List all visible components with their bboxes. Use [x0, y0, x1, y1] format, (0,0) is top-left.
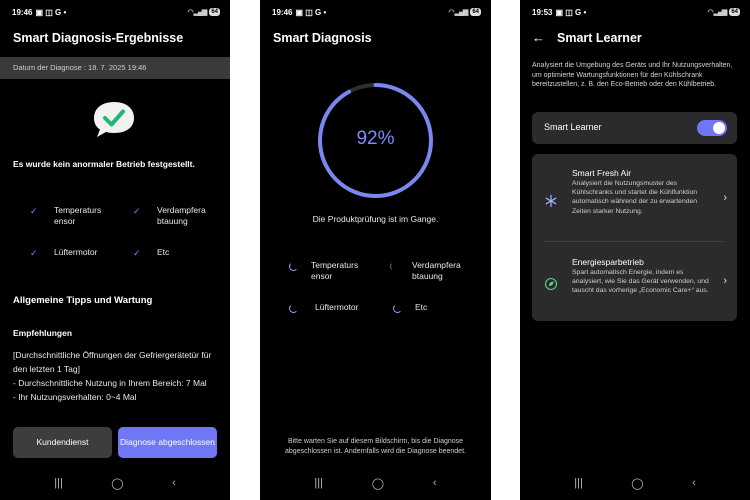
snowflake-icon	[545, 194, 557, 208]
feature-list-card: Smart Fresh Air Analysiert die Nutzungsm…	[532, 154, 737, 321]
item-description: Spart automatisch Energie, indem es anal…	[572, 269, 709, 295]
body-line: - Ihr Nutzungsverhalten: 0~4 Mal	[13, 392, 137, 402]
check-icon: ✓	[133, 248, 141, 258]
progress-percent: 92%	[356, 128, 395, 149]
battery-indicator: 64	[470, 8, 481, 16]
body-line: - Durchschnittliche Nutzung in Ihrem Ber…	[13, 378, 207, 388]
back-arrow-icon[interactable]: ←	[532, 30, 545, 45]
toggle-label: Smart Learner	[544, 122, 602, 132]
back-icon[interactable]: ‹	[172, 477, 176, 489]
header: ← Smart Learner	[532, 30, 642, 45]
status-bar: 19:46 ▣ ◫ G • ◠ ▂▄▆ 64	[272, 6, 481, 18]
diagnosis-complete-button[interactable]: Diagnose abgeschlossen	[118, 427, 217, 458]
check-label: Verdampfera btauung	[157, 205, 206, 226]
feature-description: Analysiert die Umgebung des Geräts und I…	[532, 62, 733, 88]
page-title: Smart Learner	[557, 30, 642, 45]
chevron-right-icon: ›	[723, 192, 727, 204]
status-bar: 19:46 ▣ ◫ G • ◠ ▂▄▆ 64	[12, 6, 220, 18]
divider	[544, 241, 725, 242]
page-title: Smart Diagnosis	[273, 31, 372, 45]
system-nav-bar: ||| ◯ ‹	[260, 474, 491, 492]
diagnosis-item-label: Temperaturs ensor	[311, 260, 359, 281]
check-label: Etc	[157, 247, 170, 257]
customer-service-button[interactable]: Kundendienst	[13, 427, 112, 458]
recommendations-body: [Durchschnittliche Öffnungen der Gefrier…	[13, 348, 218, 404]
diagnosis-progress-screen: 19:46 ▣ ◫ G • ◠ ▂▄▆ 64 Smart Diagnosis 9…	[260, 0, 491, 500]
item-description: Analysiert die Nutzungsmuster des Kühlsc…	[572, 180, 698, 215]
check-label: Lüftermotor	[54, 247, 98, 257]
body-line: [Durchschnittliche Öffnungen der Gefrier…	[13, 350, 212, 374]
system-nav-bar: ||| ◯ ‹	[520, 474, 750, 492]
result-message: Es wurde kein anormaler Betrieb festgest…	[13, 159, 195, 169]
loading-spinner-icon	[289, 304, 298, 313]
loading-spinner-icon	[390, 262, 399, 271]
recent-apps-icon[interactable]: |||	[54, 477, 63, 489]
check-icon: ✓	[30, 206, 38, 216]
page-title: Smart Diagnosis-Ergebnisse	[13, 31, 184, 45]
diagnosis-results-screen: 19:46 ▣ ◫ G • ◠ ▂▄▆ 64 Smart Diagnosis-E…	[0, 0, 230, 500]
status-bar: 19:53 ▣ ◫ G • ◠ ▂▄▆ 64	[532, 6, 740, 18]
check-label: Temperaturs ensor	[54, 205, 102, 226]
wait-note: Bitte warten Sie auf diesem Bildschirm, …	[285, 438, 466, 455]
switch-knob	[713, 122, 725, 134]
recent-apps-icon[interactable]: |||	[574, 477, 583, 489]
loading-spinner-icon	[289, 262, 298, 271]
signal-icon: ◠ ▂▄▆	[448, 9, 469, 16]
diagnosis-item-label: Verdampfera btauung	[412, 260, 461, 281]
progress-status: Die Produktprüfung ist im Gange.	[312, 214, 439, 224]
system-nav-bar: ||| ◯ ‹	[0, 474, 230, 492]
smart-learner-screen: 19:53 ▣ ◫ G • ◠ ▂▄▆ 64 ← Smart Learner A…	[520, 0, 750, 500]
smart-learner-toggle-row[interactable]: Smart Learner	[532, 112, 737, 144]
status-time: 19:46	[12, 7, 33, 17]
back-icon[interactable]: ‹	[692, 477, 696, 489]
signal-icon: ◠ ▂▄▆	[187, 9, 208, 16]
notification-icons: ▣ ◫ G •	[35, 7, 67, 17]
home-icon[interactable]: ◯	[372, 477, 384, 490]
chevron-right-icon: ›	[723, 275, 727, 287]
diagnosis-date: Datum der Diagnose : 18. 7. 2025 19:46	[0, 57, 230, 79]
diagnosis-item-label: Etc	[415, 302, 428, 312]
battery-indicator: 64	[209, 8, 220, 16]
home-icon[interactable]: ◯	[631, 477, 643, 490]
loading-spinner-icon	[393, 304, 402, 313]
tips-heading: Allgemeine Tipps und Wartung	[13, 295, 153, 306]
speech-bubble-check-icon	[94, 102, 134, 137]
item-title: Energiesparbetrieb	[572, 257, 644, 267]
eco-leaf-icon	[544, 277, 558, 291]
battery-indicator: 64	[729, 8, 740, 16]
diagnosis-item-label: Lüftermotor	[315, 302, 359, 312]
notification-icons: ▣ ◫ G •	[555, 7, 587, 17]
check-icon: ✓	[30, 248, 38, 258]
signal-icon: ◠ ▂▄▆	[707, 9, 728, 16]
smart-learner-switch[interactable]	[697, 120, 727, 136]
notification-icons: ▣ ◫ G •	[295, 7, 327, 17]
status-time: 19:53	[532, 7, 553, 17]
back-icon[interactable]: ‹	[433, 477, 437, 489]
check-icon: ✓	[133, 206, 141, 216]
item-title: Smart Fresh Air	[572, 168, 632, 178]
recent-apps-icon[interactable]: |||	[314, 477, 323, 489]
home-icon[interactable]: ◯	[111, 477, 123, 490]
status-time: 19:46	[272, 7, 293, 17]
recommendations-heading: Empfehlungen	[13, 328, 73, 338]
